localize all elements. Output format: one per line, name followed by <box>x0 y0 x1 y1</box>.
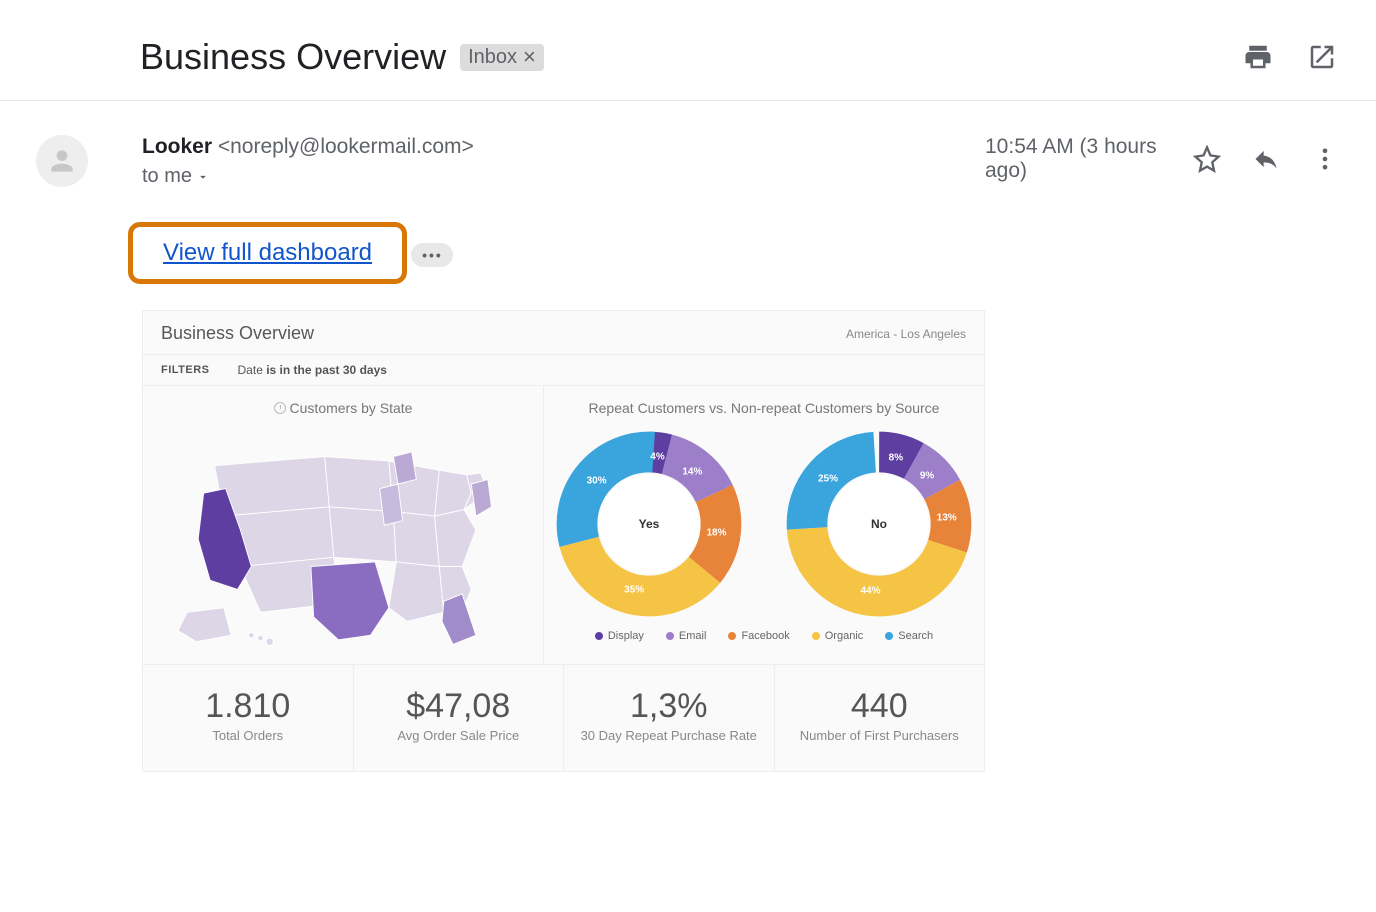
reply-icon[interactable] <box>1252 141 1281 177</box>
legend-dot <box>885 632 893 640</box>
kpi: 1,3% 30 Day Repeat Purchase Rate <box>564 665 775 771</box>
filters-prefix: Date <box>238 363 267 377</box>
filters-label: FILTERS <box>161 364 210 376</box>
slice-label: 9% <box>920 470 934 481</box>
show-trimmed-button[interactable]: ••• <box>411 243 453 267</box>
open-in-new-icon[interactable] <box>1304 39 1340 75</box>
panel-map-title-text: Customers by State <box>290 400 413 416</box>
kpis: 1.810 Total Orders $47,08 Avg Order Sale Pr… <box>143 664 984 771</box>
folder-chip[interactable]: Inbox × <box>460 44 544 71</box>
clock-icon <box>274 402 286 414</box>
kpi-label: Number of First Purchasers <box>783 728 977 743</box>
legend-item: Display <box>595 630 644 642</box>
filters-text: Date is in the past 30 days <box>238 363 387 377</box>
donut-yes: Yes 4% 14% 18% 35% 30% <box>554 429 744 619</box>
slice-label: 30% <box>587 475 607 486</box>
legend-item: Email <box>666 630 707 642</box>
sender-row: Looker <noreply@lookermail.com> to me Vi… <box>0 101 1376 772</box>
legend-item: Facebook <box>728 630 789 642</box>
kpi-value: 1,3% <box>572 687 766 726</box>
state-newyork <box>471 479 491 516</box>
slice-label: 25% <box>818 474 838 485</box>
subject-bar: Business Overview Inbox × <box>0 0 1376 101</box>
us-map <box>153 424 533 654</box>
kpi: $47,08 Avg Order Sale Price <box>354 665 565 771</box>
filters-bold: is in the past 30 days <box>266 363 387 377</box>
kpi-label: 30 Day Repeat Purchase Rate <box>572 728 766 743</box>
meta-block: 10:54 AM (3 hours ago) <box>985 135 1340 183</box>
panels: Customers by State <box>143 386 984 664</box>
donut-no-center: No <box>871 517 887 531</box>
avatar <box>36 135 88 187</box>
state-florida <box>442 594 476 644</box>
slice-label: 35% <box>624 585 644 596</box>
legend-label: Organic <box>825 630 864 642</box>
kpi-value: 440 <box>783 687 977 726</box>
legend-label: Display <box>608 630 644 642</box>
view-dashboard-link[interactable]: View full dashboard <box>163 239 372 266</box>
view-dashboard-highlight: View full dashboard <box>128 222 407 284</box>
slice-label: 4% <box>650 451 664 462</box>
to-line[interactable]: to me <box>142 165 985 188</box>
slice-label: 18% <box>706 527 726 538</box>
dashboard-title: Business Overview <box>161 323 314 344</box>
state-alaska <box>178 608 231 642</box>
filters-row: FILTERS Date is in the past 30 days <box>143 355 984 386</box>
legend-label: Facebook <box>741 630 789 642</box>
state-hawaii <box>249 633 274 646</box>
legend-item: Search <box>885 630 933 642</box>
dashboard-header: Business Overview America - Los Angeles <box>143 311 984 355</box>
chevron-down-icon <box>196 170 210 184</box>
kpi-label: Avg Order Sale Price <box>362 728 556 743</box>
legend-dot <box>812 632 820 640</box>
legend-dot <box>595 632 603 640</box>
print-icon[interactable] <box>1240 39 1276 75</box>
panel-donuts: Repeat Customers vs. Non-repeat Customer… <box>544 386 984 664</box>
slice-label: 14% <box>682 466 702 477</box>
kpi-value: 1.810 <box>151 687 345 726</box>
kpi-label: Total Orders <box>151 728 345 743</box>
sender-block: Looker <noreply@lookermail.com> to me Vi… <box>142 135 985 772</box>
folder-chip-label: Inbox <box>468 46 517 69</box>
legend: Display Email Facebook Organic Search <box>554 624 974 642</box>
donuts-row: Yes 4% 14% 18% 35% 30% No 8% 9% 13% 44% 25% <box>554 424 974 624</box>
kpi: 1.810 Total Orders <box>143 665 354 771</box>
panel-map: Customers by State <box>143 386 544 664</box>
slice-label: 44% <box>860 586 880 597</box>
star-icon[interactable] <box>1193 141 1222 177</box>
legend-dot <box>666 632 674 640</box>
legend-item: Organic <box>812 630 864 642</box>
legend-label: Search <box>898 630 933 642</box>
close-icon[interactable]: × <box>523 46 536 68</box>
more-vert-icon[interactable] <box>1311 141 1340 177</box>
donut-no: No 8% 9% 13% 44% 25% <box>784 429 974 619</box>
sender-name: Looker <box>142 135 212 158</box>
panel-donuts-title: Repeat Customers vs. Non-repeat Customer… <box>554 396 974 424</box>
slice-label: 13% <box>937 512 957 523</box>
subject-title: Business Overview <box>140 36 446 78</box>
to-line-text: to me <box>142 165 192 188</box>
donut-yes-center: Yes <box>639 517 660 531</box>
sender-line: Looker <noreply@lookermail.com> <box>142 135 985 159</box>
slice-label: 8% <box>889 453 903 464</box>
kpi: 440 Number of First Purchasers <box>775 665 985 771</box>
sender-email: <noreply@lookermail.com> <box>218 135 474 158</box>
dashboard-embed: Business Overview America - Los Angeles … <box>142 310 985 772</box>
legend-dot <box>728 632 736 640</box>
panel-map-title: Customers by State <box>153 396 533 424</box>
state-texas <box>311 562 389 640</box>
subject-actions <box>1240 39 1340 75</box>
legend-label: Email <box>679 630 707 642</box>
dashboard-location: America - Los Angeles <box>846 327 966 341</box>
kpi-value: $47,08 <box>362 687 556 726</box>
timestamp: 10:54 AM (3 hours ago) <box>985 135 1163 183</box>
